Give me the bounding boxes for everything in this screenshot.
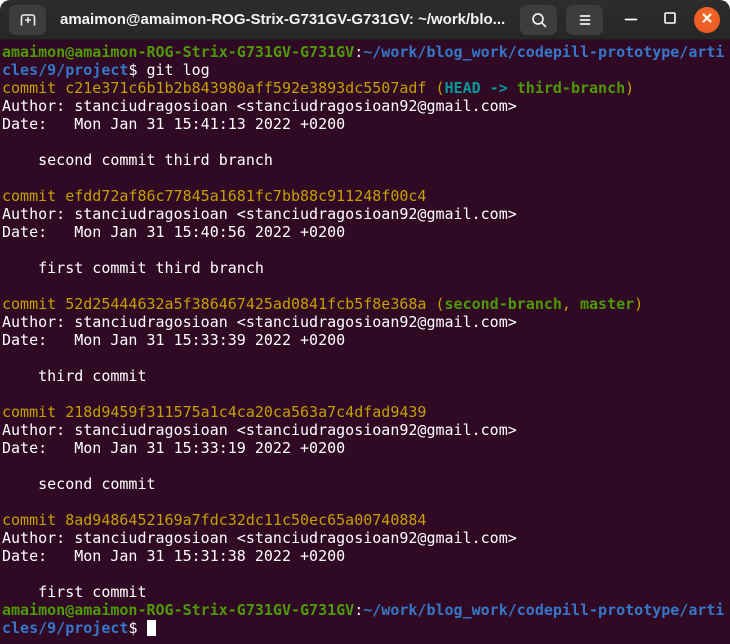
terminal-text-segment: HEAD -> bbox=[444, 79, 517, 97]
terminal-line: Date: Mon Jan 31 15:40:56 2022 +0200 bbox=[2, 223, 730, 241]
terminal-text-segment: first commit third branch bbox=[2, 259, 264, 277]
minimize-button[interactable] bbox=[616, 5, 646, 35]
terminal-text-segment: Date: Mon Jan 31 15:33:39 2022 +0200 bbox=[2, 331, 346, 349]
terminal-text-segment: cles/9/project bbox=[2, 619, 129, 637]
terminal-line: commit 8ad9486452169a7fdc32dc11c50ec65a0… bbox=[2, 511, 730, 529]
search-icon bbox=[528, 9, 550, 31]
terminal-line: Author: stanciudragosioan <stanciudragos… bbox=[2, 313, 730, 331]
terminal-line: Author: stanciudragosioan <stanciudragos… bbox=[2, 529, 730, 547]
terminal-text-segment: commit 52d25444632a5f386467425ad0841fcb5… bbox=[2, 295, 445, 313]
terminal-text-segment: ) bbox=[634, 295, 644, 313]
terminal-text-segment: commit 8ad9486452169a7fdc32dc11c50ec65a0… bbox=[2, 511, 427, 529]
titlebar[interactable]: amaimon@amaimon-ROG-Strix-G731GV-G731GV:… bbox=[0, 0, 730, 40]
new-tab-button[interactable] bbox=[9, 4, 46, 35]
terminal-text-segment: Author: stanciudragosioan <stanciudragos… bbox=[2, 205, 517, 223]
terminal-line: second commit bbox=[2, 475, 730, 493]
terminal-text-segment: ~/work/blog_work/codepill-prototype/arti bbox=[363, 601, 725, 619]
terminal-text-segment: commit 218d9459f311575a1c4ca20ca563a7c4d… bbox=[2, 403, 427, 421]
terminal-text-segment: $ git log bbox=[128, 61, 210, 79]
terminal-text-segment: commit efdd72af86c77845a1681fc7bb88c9112… bbox=[2, 187, 427, 205]
terminal-line: first commit third branch bbox=[2, 259, 730, 277]
terminal-line: first commit bbox=[2, 583, 730, 601]
terminal-text-segment: amaimon@amaimon-ROG-Strix-G731GV-G731GV bbox=[2, 601, 355, 619]
terminal-line: Date: Mon Jan 31 15:31:38 2022 +0200 bbox=[2, 547, 730, 565]
minimize-icon bbox=[620, 7, 642, 32]
terminal-text-segment: second-branch bbox=[444, 295, 562, 313]
terminal-text-segment: commit c21e371c6b1b2b843980aff592e3893dc… bbox=[2, 79, 445, 97]
terminal-text-segment: ) bbox=[625, 79, 635, 97]
menu-icon bbox=[574, 9, 596, 31]
terminal-text-segment: cles/9/project bbox=[2, 61, 129, 79]
terminal-text-segment: first commit bbox=[2, 583, 147, 601]
terminal-line: second commit third branch bbox=[2, 151, 730, 169]
terminal-text-segment: $ bbox=[128, 619, 147, 637]
menu-button[interactable] bbox=[566, 4, 603, 35]
terminal-text-segment: Date: Mon Jan 31 15:31:38 2022 +0200 bbox=[2, 547, 346, 565]
terminal-text-segment: Date: Mon Jan 31 15:40:56 2022 +0200 bbox=[2, 223, 346, 241]
terminal-text-segment: Author: stanciudragosioan <stanciudragos… bbox=[2, 313, 517, 331]
terminal-line: Author: stanciudragosioan <stanciudragos… bbox=[2, 421, 730, 439]
terminal-text-segment: master bbox=[579, 295, 635, 313]
terminal-line: commit efdd72af86c77845a1681fc7bb88c9112… bbox=[2, 187, 730, 205]
terminal-line: third commit bbox=[2, 367, 730, 385]
terminal-line: commit 52d25444632a5f386467425ad0841fcb5… bbox=[2, 295, 730, 313]
terminal-line: amaimon@amaimon-ROG-Strix-G731GV-G731GV:… bbox=[2, 601, 730, 619]
close-button[interactable] bbox=[694, 6, 720, 33]
terminal-text-segment: second commit bbox=[2, 475, 156, 493]
terminal-line: commit 218d9459f311575a1c4ca20ca563a7c4d… bbox=[2, 403, 730, 421]
terminal-text-segment: , bbox=[561, 295, 580, 313]
terminal-line: Date: Mon Jan 31 15:41:13 2022 +0200 bbox=[2, 115, 730, 133]
terminal-line: commit c21e371c6b1b2b843980aff592e3893dc… bbox=[2, 79, 730, 97]
terminal-line: amaimon@amaimon-ROG-Strix-G731GV-G731GV:… bbox=[2, 43, 730, 61]
terminal-text-segment: ~/work/blog_work/codepill-prototype/arti bbox=[363, 43, 725, 61]
terminal-text-segment: third commit bbox=[2, 367, 147, 385]
terminal-cursor bbox=[146, 620, 156, 636]
terminal-line: Author: stanciudragosioan <stanciudragos… bbox=[2, 205, 730, 223]
close-icon bbox=[699, 10, 715, 29]
terminal-text-segment: Author: stanciudragosioan <stanciudragos… bbox=[2, 529, 517, 547]
terminal-line: Author: stanciudragosioan <stanciudragos… bbox=[2, 97, 730, 115]
terminal-line: Date: Mon Jan 31 15:33:19 2022 +0200 bbox=[2, 439, 730, 457]
terminal-line: cles/9/project$ bbox=[2, 619, 730, 637]
terminal-line: cles/9/project$ git log bbox=[2, 61, 730, 79]
terminal-text-segment: amaimon@amaimon-ROG-Strix-G731GV-G731GV bbox=[2, 43, 355, 61]
terminal-text-segment: second commit third branch bbox=[2, 151, 273, 169]
terminal-line: Date: Mon Jan 31 15:33:39 2022 +0200 bbox=[2, 331, 730, 349]
terminal-text-segment: : bbox=[354, 43, 364, 61]
search-button[interactable] bbox=[520, 4, 557, 35]
terminal-text-segment: Date: Mon Jan 31 15:33:19 2022 +0200 bbox=[2, 439, 346, 457]
terminal-text-segment: Date: Mon Jan 31 15:41:13 2022 +0200 bbox=[2, 115, 346, 133]
terminal-screen[interactable]: amaimon@amaimon-ROG-Strix-G731GV-G731GV:… bbox=[0, 40, 730, 644]
terminal-text-segment: third-branch bbox=[516, 79, 626, 97]
window-title: amaimon@amaimon-ROG-Strix-G731GV-G731GV:… bbox=[60, 11, 506, 28]
terminal-text-segment: Author: stanciudragosioan <stanciudragos… bbox=[2, 97, 517, 115]
terminal-text-segment: Author: stanciudragosioan <stanciudragos… bbox=[2, 421, 517, 439]
new-tab-icon bbox=[17, 9, 39, 31]
terminal-text-segment: : bbox=[354, 601, 364, 619]
terminal-window: amaimon@amaimon-ROG-Strix-G731GV-G731GV:… bbox=[0, 0, 730, 644]
maximize-button[interactable] bbox=[655, 5, 685, 35]
maximize-icon bbox=[659, 7, 681, 32]
